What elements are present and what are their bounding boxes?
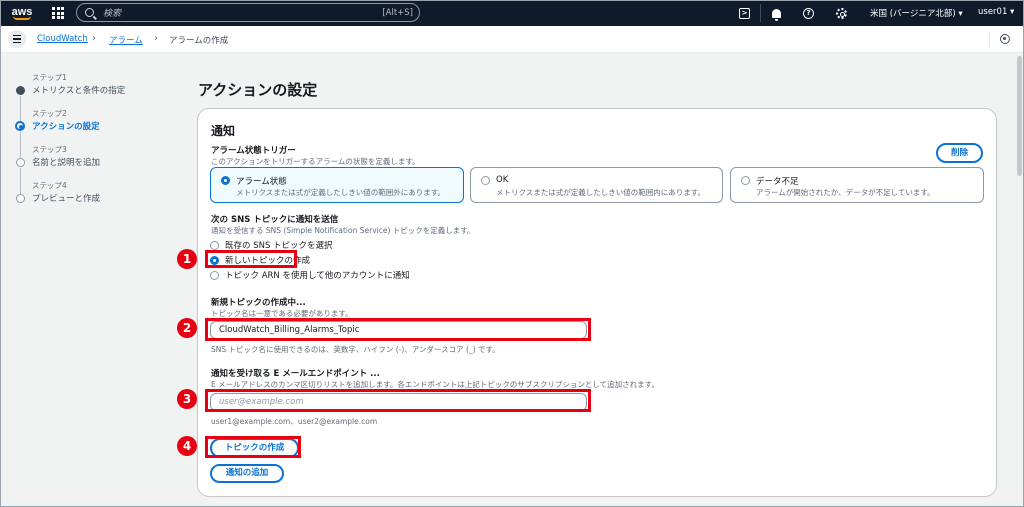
breadcrumb-divider [989,32,990,47]
step-label: プレビューと作成 [32,194,101,204]
annotation-badge-2: 2 [177,318,197,338]
section-title: 通知 [211,124,236,138]
annotation-badge-3: 3 [177,389,197,409]
radio-unselected[interactable] [210,270,219,280]
step-done-icon [16,86,25,95]
step-label: アクションの設定 [32,122,100,132]
tile-description: メトリクスまたは式が定義したしきい値の範囲外にあります。 [236,188,446,197]
notification-container: 通知 アラーム状態トリガー このアクションをトリガーするアラームの状態を定義しま… [197,108,997,497]
annotation-badge-4: 4 [177,436,197,456]
services-grid-icon[interactable] [52,7,64,19]
region-selector[interactable]: 米国 (バージニア北部) ▾ [870,7,963,19]
search-input[interactable]: 検索 [Alt+S] [76,3,420,22]
tile-insufficient-data[interactable]: データ不足 アラームが開始されたか、データが不足しています。 [730,167,984,203]
notifications-button[interactable] [772,6,781,21]
breadcrumb-cloudwatch[interactable]: CloudWatch [37,34,88,44]
user-menu[interactable]: user01 ▾ [978,7,1014,17]
add-notification-button[interactable]: 通知の追加 [210,464,284,483]
chevron-right-icon: › [154,33,158,44]
step-label: メトリクスと条件の指定 [32,86,126,96]
radio-selected[interactable] [221,176,230,185]
tile-ok[interactable]: OK メトリクスまたは式が定義したしきい値の範囲内にあります。 [470,167,723,203]
sns-description: 通知を受信する SNS (Simple Notification Service… [211,226,475,235]
annotation-badge-1: 1 [177,249,197,269]
side-menu-button[interactable] [8,30,26,48]
radio-unselected[interactable] [210,240,219,250]
terminal-icon: > [739,7,750,19]
gear-icon [836,7,847,19]
step-label: 名前と説明を追加 [32,158,101,168]
cloudshell-button[interactable]: > [739,6,750,20]
step-active-icon [15,121,25,131]
search-icon [85,8,94,17]
annotation-box-3 [205,389,591,412]
page-title: アクションの設定 [198,81,318,99]
step-number: ステップ4 [32,181,67,190]
tile-title: アラーム状態 [236,177,287,187]
preferences-icon[interactable] [1000,34,1010,44]
tile-alarm-state[interactable]: アラーム状態 メトリクスまたは式が定義したしきい値の範囲外にあります。 [210,167,464,203]
trigger-description: このアクションをトリガーするアラームの状態を定義します。 [211,157,420,166]
step-number: ステップ2 [32,109,67,118]
delete-button[interactable]: 削除 [936,143,983,163]
settings-button[interactable] [836,6,847,20]
step-pending-icon [16,194,25,203]
help-button[interactable]: ? [803,6,814,20]
breadcrumb-alarms[interactable]: アラーム [109,34,143,46]
tile-title: OK [496,175,509,185]
new-topic-label: 新規トピックの作成中... [211,298,306,308]
tile-description: メトリクスまたは式が定義したしきい値の範囲内にあります。 [496,188,706,197]
annotation-box-2 [205,318,591,341]
option-topic-arn[interactable]: トピック ARN を使用して他のアカウントに通知 [210,269,410,281]
breadcrumb-create-alarm: アラームの作成 [169,36,229,46]
radio-unselected[interactable] [481,176,490,185]
trigger-label: アラーム状態トリガー [211,146,296,156]
topic-name-hint: SNS トピック名に使用できるのは、英数字、ハイフン (-)、アンダースコア (… [211,345,500,354]
tile-title: データ不足 [756,177,799,187]
search-placeholder: 検索 [103,9,122,19]
sns-label: 次の SNS トピックに通知を送信 [211,215,339,225]
step-pending-icon [16,158,25,167]
nav-divider [760,4,761,22]
step-number: ステップ1 [32,73,67,82]
radio-unselected[interactable] [741,176,750,185]
step-connector [20,96,21,122]
chevron-right-icon: › [92,33,96,44]
endpoint-hint: user1@example.com、user2@example.com [211,417,378,426]
step-connector [20,132,21,158]
search-shortcut: [Alt+S] [382,7,413,18]
help-icon: ? [803,7,814,19]
top-navigation: aws 検索 [Alt+S] > ? 米国 (バージニア北部) ▾ user01… [0,0,1024,26]
step-connector [20,168,21,194]
endpoint-label: 通知を受け取る E メールエンドポイント ... [211,369,380,379]
annotation-box-4 [205,436,301,458]
aws-logo[interactable]: aws [6,0,38,26]
tile-description: アラームが開始されたか、データが不足しています。 [756,188,935,197]
bell-icon [772,8,781,21]
step-number: ステップ3 [32,145,67,154]
annotation-box-1 [205,250,297,268]
option-label: トピック ARN を使用して他のアカウントに通知 [225,271,410,281]
page-scrollbar[interactable] [1017,56,1022,176]
breadcrumb-bar: CloudWatch › アラーム › アラームの作成 [0,26,1024,53]
